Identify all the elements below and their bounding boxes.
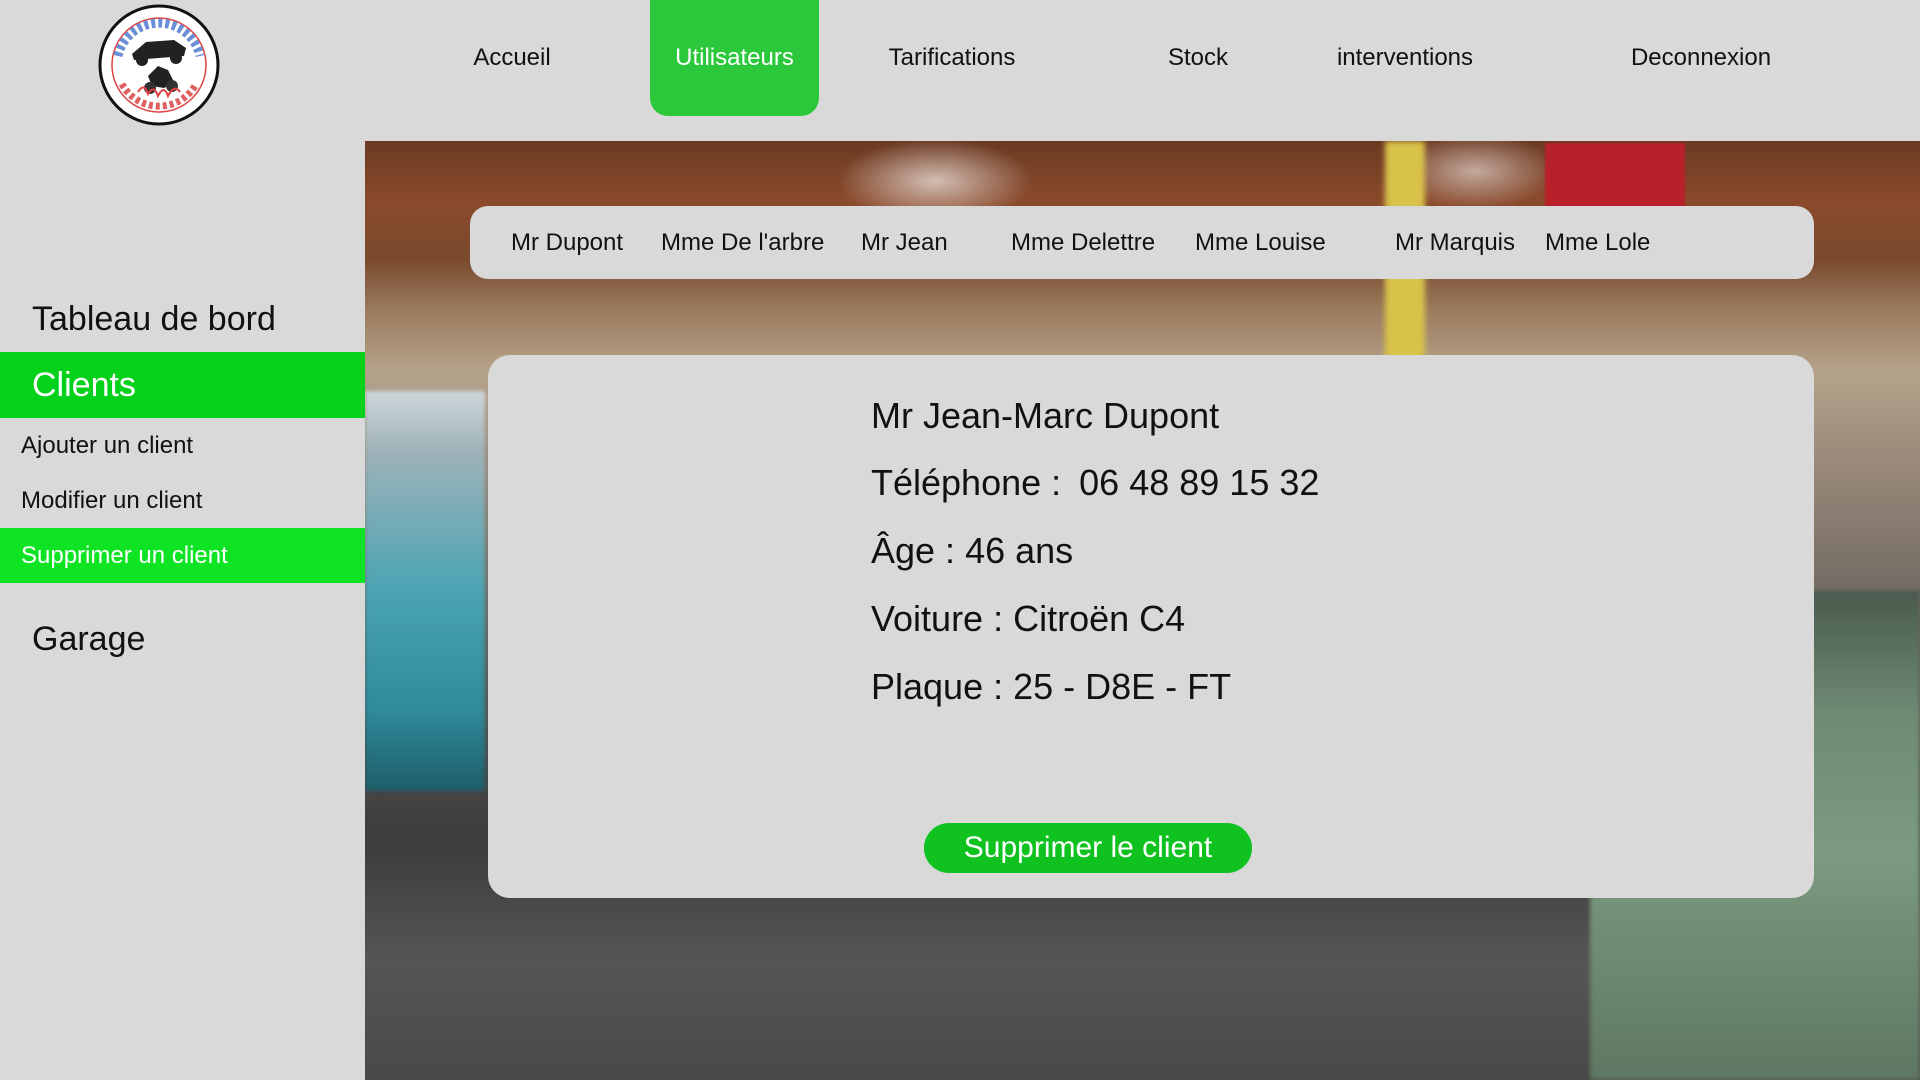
nav-stock[interactable]: Stock	[1148, 0, 1248, 116]
sidebar: Tableau de bord Clients Ajouter un clien…	[0, 141, 365, 1080]
phone-value: 06 48 89 15 32	[1079, 462, 1320, 503]
garage-logo[interactable]	[98, 4, 220, 126]
phone-label: Téléphone :	[871, 462, 1072, 503]
age-value: 46 ans	[965, 530, 1074, 571]
client-phone: Téléphone : 06 48 89 15 32	[871, 462, 1319, 504]
plate-value: 25 - D8E - FT	[1013, 666, 1232, 707]
client-tab-dupont[interactable]: Mr Dupont	[511, 206, 623, 279]
nav-accueil[interactable]: Accueil	[450, 0, 574, 116]
nav-tarifications[interactable]: Tarifications	[872, 0, 1032, 116]
client-tab-de-larbre[interactable]: Mme De l'arbre	[661, 206, 824, 279]
client-tab-jean[interactable]: Mr Jean	[861, 206, 948, 279]
nav-deconnexion[interactable]: Deconnexion	[1612, 0, 1790, 116]
client-tab-marquis[interactable]: Mr Marquis	[1395, 206, 1515, 279]
client-tab-lole[interactable]: Mme Lole	[1545, 206, 1650, 279]
top-navigation-bar: Accueil Utilisateurs Tarifications Stock…	[0, 0, 1920, 141]
sidebar-item-delete-client[interactable]: Supprimer un client	[0, 528, 365, 583]
delete-client-button[interactable]: Supprimer le client	[924, 823, 1252, 873]
client-tabs-bar: Mr Dupont Mme De l'arbre Mr Jean Mme Del…	[470, 206, 1814, 279]
age-label: Âge :	[871, 530, 966, 571]
client-name: Mr Jean-Marc Dupont	[871, 395, 1220, 436]
background-sign	[1545, 143, 1685, 213]
nav-interventions[interactable]: interventions	[1318, 0, 1492, 116]
car-value: Citroën C4	[1013, 598, 1186, 639]
client-age: Âge : 46 ans	[871, 530, 1073, 572]
sidebar-item-edit-client[interactable]: Modifier un client	[0, 473, 365, 528]
client-tab-delettre[interactable]: Mme Delettre	[1011, 206, 1155, 279]
background-blue-car	[365, 391, 485, 791]
client-tab-louise[interactable]: Mme Louise	[1195, 206, 1326, 279]
sidebar-item-dashboard[interactable]: Tableau de bord	[0, 291, 365, 347]
client-car: Voiture : Citroën C4	[871, 598, 1185, 640]
nav-utilisateurs[interactable]: Utilisateurs	[650, 0, 819, 116]
garage-logo-icon	[98, 4, 220, 126]
sidebar-item-clients[interactable]: Clients	[0, 352, 365, 418]
client-detail-card: Mr Jean-Marc Dupont Téléphone : 06 48 89…	[488, 355, 1814, 898]
plate-label: Plaque :	[871, 666, 1014, 707]
sidebar-item-add-client[interactable]: Ajouter un client	[0, 418, 365, 473]
sidebar-item-garage[interactable]: Garage	[0, 611, 365, 667]
client-plate: Plaque : 25 - D8E - FT	[871, 666, 1231, 708]
car-label: Voiture :	[871, 598, 1014, 639]
